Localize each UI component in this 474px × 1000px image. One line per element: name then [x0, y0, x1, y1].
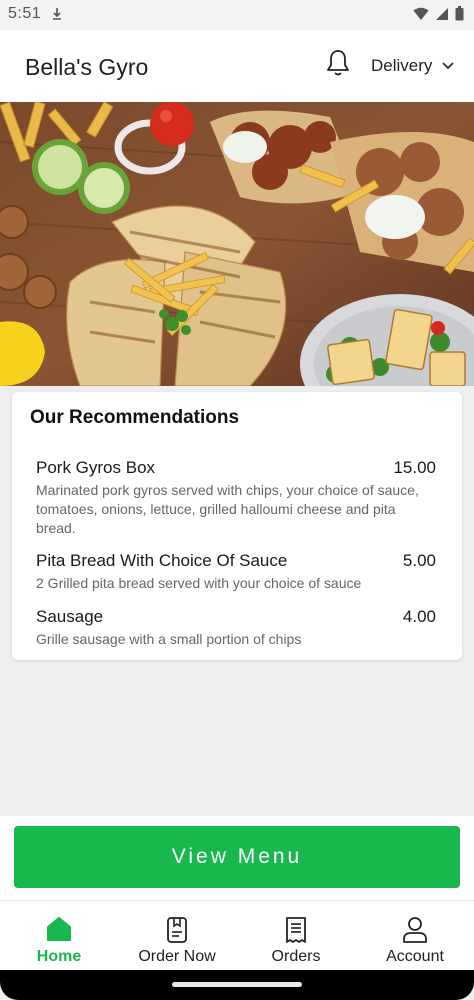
receipt-icon	[284, 916, 308, 949]
nav-label: Account	[386, 948, 444, 965]
order-icon	[166, 916, 188, 949]
home-gesture-handle[interactable]	[172, 982, 302, 987]
item-price: 15.00	[393, 458, 436, 477]
wifi-icon	[413, 7, 429, 20]
app-header: Bella's Gyro Delivery	[0, 30, 474, 103]
download-icon	[52, 7, 62, 26]
recommendation-item[interactable]: Pita Bread With Choice Of Sauce 5.00 2 G…	[36, 551, 444, 593]
account-icon	[402, 916, 428, 949]
recommendations-card: Our Recommendations Pork Gyros Box 15.00…	[12, 392, 462, 660]
item-price: 5.00	[402, 551, 436, 570]
status-time: 5:51	[8, 5, 42, 22]
nav-item-orders[interactable]: Orders	[237, 901, 355, 971]
nav-label: Order Now	[138, 948, 216, 965]
nav-label: Home	[36, 948, 82, 965]
system-gesture-bar	[0, 970, 474, 1000]
item-name: Pita Bread With Choice Of Sauce	[36, 551, 288, 570]
hero-food-image	[0, 102, 474, 386]
item-description: Marinated pork gyros served with chips, …	[36, 482, 419, 536]
status-icons	[413, 6, 464, 21]
nav-label: Orders	[271, 948, 321, 965]
view-menu-button[interactable]: View Menu	[14, 826, 460, 888]
bottom-navigation: Home Order Now Orders Account	[0, 900, 474, 971]
delivery-mode-label: Delivery	[371, 56, 433, 75]
notification-bell-icon[interactable]	[324, 48, 352, 83]
restaurant-name: Bella's Gyro	[25, 54, 149, 80]
item-name: Pork Gyros Box	[36, 458, 156, 477]
nav-item-order-now[interactable]: Order Now	[118, 901, 236, 971]
battery-icon	[455, 6, 464, 21]
view-menu-zone: View Menu	[0, 816, 474, 900]
chevron-down-icon	[442, 62, 454, 70]
signal-icon	[436, 7, 448, 20]
nav-item-account[interactable]: Account	[356, 901, 474, 971]
delivery-mode-selector[interactable]: Delivery	[371, 56, 454, 76]
recommendation-item[interactable]: Sausage 4.00 Grille sausage with a small…	[36, 607, 444, 649]
item-name: Sausage	[36, 607, 104, 626]
item-description: Grille sausage with a small portion of c…	[36, 631, 302, 647]
status-bar: 5:51	[0, 0, 474, 30]
home-icon	[46, 916, 72, 947]
nav-item-home[interactable]: Home	[0, 901, 118, 971]
item-description: 2 Grilled pita bread served with your ch…	[36, 575, 362, 591]
item-price: 4.00	[402, 607, 436, 626]
recommendations-title: Our Recommendations	[30, 407, 240, 428]
recommendation-item[interactable]: Pork Gyros Box 15.00 Marinated pork gyro…	[36, 458, 444, 538]
